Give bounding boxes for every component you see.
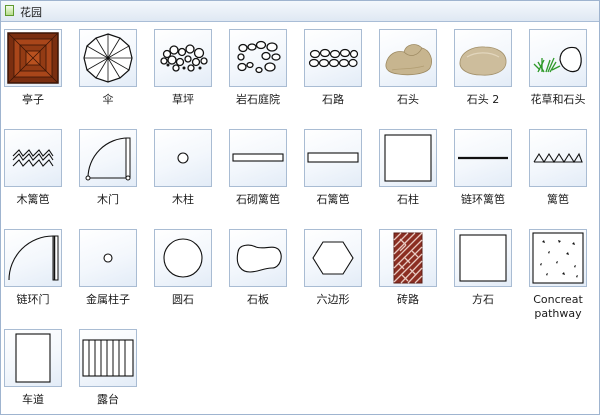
shape-item-stone-path[interactable]: 石路 [301, 21, 376, 119]
shape-item-deck[interactable]: 露台 [76, 321, 151, 419]
rock-icon [385, 44, 432, 76]
lawn-icon [160, 44, 208, 72]
stone-wall-icon [307, 152, 359, 163]
shape-item-plants-and-rock[interactable]: 花草和石头 [526, 21, 600, 119]
shape-item-label: 草坪 [172, 93, 194, 106]
stone-fence-icon [232, 153, 284, 162]
shape-item-label: 石柱 [397, 193, 419, 206]
shape-item-label: 石头 2 [466, 93, 500, 106]
stone-path-icon [308, 48, 359, 68]
plants-and-rock-icon [533, 46, 582, 73]
shape-item-label: 石头 [397, 93, 419, 106]
shape-item-label: Concreat pathway [533, 293, 583, 320]
shape-item-hexagon[interactable]: 六边形 [301, 221, 376, 319]
shape-item-metal-post[interactable]: 金属柱子 [76, 221, 151, 319]
shape-item-stone-fence[interactable]: 石砌篱笆 [226, 121, 301, 219]
wood-gate-icon [85, 137, 131, 181]
hexagon-icon [312, 241, 354, 275]
gazebo-icon [7, 32, 59, 84]
brick-path-icon [393, 232, 423, 284]
rock-garden-icon [237, 40, 281, 74]
shape-item-flagstone[interactable]: 石板 [226, 221, 301, 319]
shape-item-label: 石板 [247, 293, 269, 306]
flagstone-icon [236, 244, 282, 273]
shape-item-label: 石路 [322, 93, 344, 106]
shape-item-square-stone[interactable]: 方石 [451, 221, 526, 319]
shape-item-label: 木门 [97, 193, 119, 206]
chain-link-fence-icon [458, 156, 508, 160]
shape-item-label: 砖路 [397, 293, 419, 306]
shape-item-label: 石砌篱笆 [236, 193, 280, 206]
shape-item-umbrella[interactable]: 伞 [76, 21, 151, 119]
umbrella-icon [83, 33, 133, 83]
shape-item-label: 石篱笆 [316, 193, 350, 206]
shape-item-label: 链环门 [16, 293, 50, 306]
shape-item-rock-2[interactable]: 石头 2 [451, 21, 526, 119]
shape-item-label: 六边形 [316, 293, 350, 306]
shape-item-gazebo[interactable]: 亭子 [1, 21, 76, 119]
panel-header[interactable]: 花园 [1, 1, 599, 22]
metal-post-icon [103, 253, 113, 263]
shape-item-concrete-pathway[interactable]: Concreat pathway [526, 221, 600, 320]
shape-item-label: 伞 [102, 93, 114, 106]
shape-item-wood-fence[interactable]: 木篱笆 [1, 121, 76, 219]
square-stone-icon [459, 234, 507, 282]
driveway-icon [15, 333, 51, 383]
stone-pillar-icon [384, 134, 432, 182]
shape-item-fence[interactable]: 篱笆 [526, 121, 600, 219]
rock-2-icon [459, 46, 507, 76]
shape-item-lawn[interactable]: 草坪 [151, 21, 226, 119]
shape-item-label: 岩石庭院 [236, 93, 280, 106]
shape-item-chain-link-fence[interactable]: 链环篱笆 [451, 121, 526, 219]
wood-post-icon [177, 152, 189, 164]
chain-link-gate-icon [8, 235, 59, 281]
shape-item-label: 露台 [97, 393, 119, 406]
shape-item-label: 篱笆 [547, 193, 569, 206]
shape-item-wood-gate[interactable]: 木门 [76, 121, 151, 219]
shapes-panel: 花园 亭子 伞 草坪 岩石庭院 石路 石头 石头 2 花草和石头 木篱笆 木门 … [0, 0, 600, 415]
shape-item-label: 方石 [472, 293, 494, 306]
panel-title: 花园 [20, 6, 42, 19]
shape-item-label: 花草和石头 [530, 93, 586, 106]
shape-item-wood-post[interactable]: 木柱 [151, 121, 226, 219]
shape-item-label: 金属柱子 [86, 293, 130, 306]
shape-item-brick-path[interactable]: 砖路 [376, 221, 451, 319]
shape-item-rock[interactable]: 石头 [376, 21, 451, 119]
shape-item-label: 木柱 [172, 193, 194, 206]
shape-item-chain-link-gate[interactable]: 链环门 [1, 221, 76, 319]
shape-item-round-stone[interactable]: 圆石 [151, 221, 226, 319]
shape-item-rock-garden[interactable]: 岩石庭院 [226, 21, 301, 119]
shape-item-label: 车道 [22, 393, 44, 406]
fence-icon [533, 152, 583, 164]
shape-item-label: 木篱笆 [16, 193, 50, 206]
shape-item-label: 链环篱笆 [461, 193, 505, 206]
round-stone-icon [163, 238, 203, 278]
shape-item-stone-pillar[interactable]: 石柱 [376, 121, 451, 219]
shape-item-stone-wall[interactable]: 石篱笆 [301, 121, 376, 219]
shape-item-driveway[interactable]: 车道 [1, 321, 76, 419]
green-panel-icon [5, 5, 14, 16]
concrete-pathway-icon [532, 232, 584, 284]
wood-fence-icon [12, 149, 54, 167]
deck-icon [82, 339, 134, 377]
shape-item-label: 亭子 [22, 93, 44, 106]
shape-item-label: 圆石 [172, 293, 194, 306]
